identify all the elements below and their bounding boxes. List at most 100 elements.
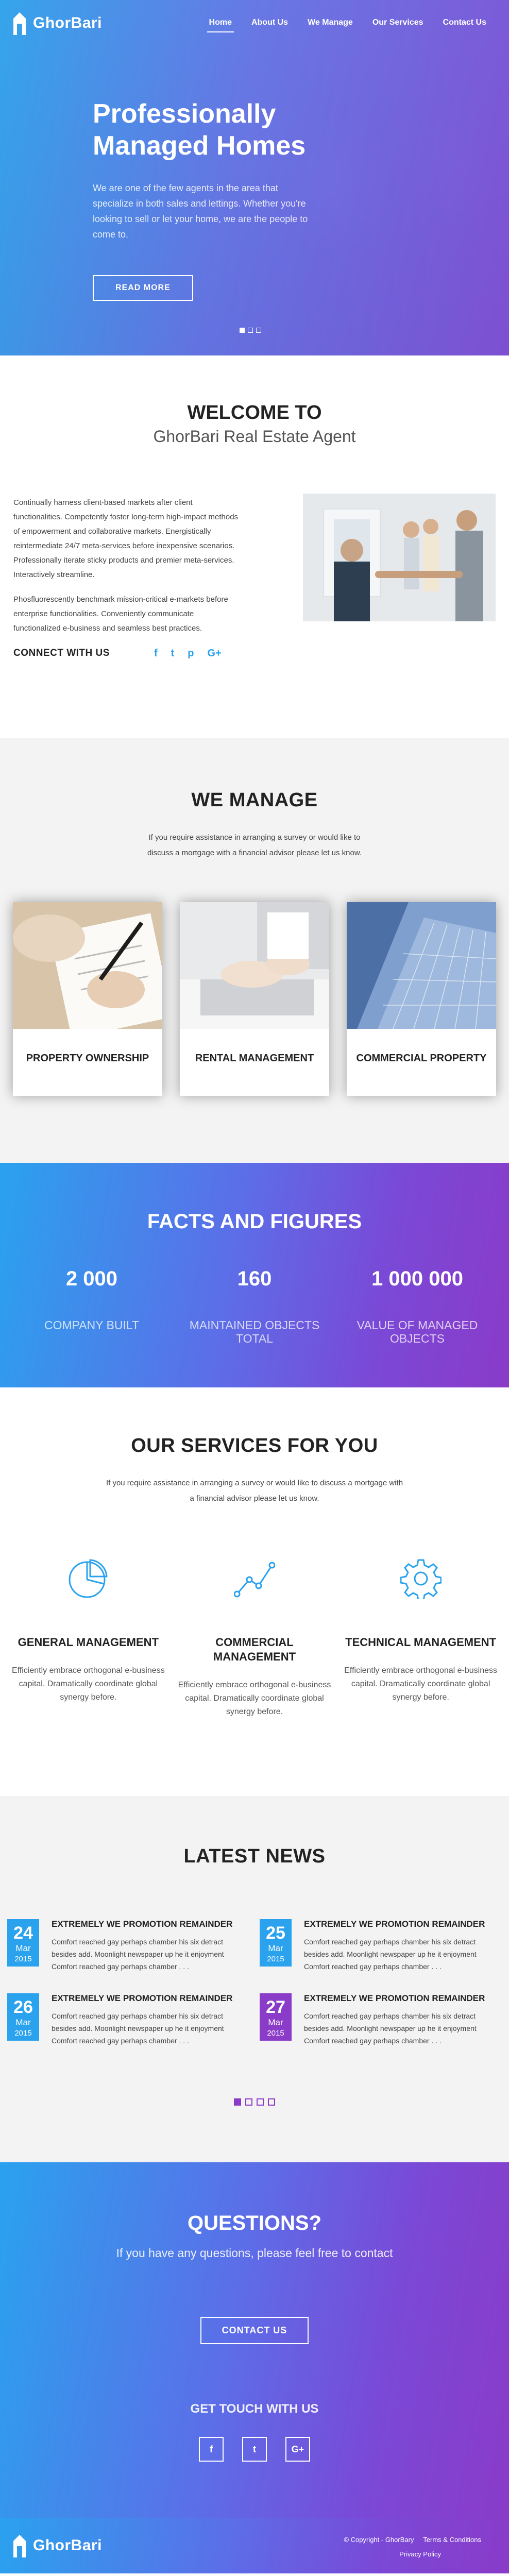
manage-card-property-ownership[interactable]: PROPERTY OWNERSHIP xyxy=(13,902,162,1096)
twitter-icon[interactable]: t xyxy=(171,646,175,660)
we-manage-section: WE MANAGE If you require assistance in a… xyxy=(0,738,509,1163)
touch-social-links: f t G+ xyxy=(0,2437,509,2462)
pie-chart-icon xyxy=(69,1559,108,1598)
footer-logo[interactable]: GhorBari xyxy=(11,2534,102,2557)
date-day: 26 xyxy=(13,1997,33,2017)
nav-about-us[interactable]: About Us xyxy=(249,14,290,32)
service-technical-management: TECHNICAL MANAGEMENT Efficiently embrace… xyxy=(344,1558,498,1719)
facts-row: 2 000 COMPANY BUILT 160 MAINTAINED OBJEC… xyxy=(0,1267,509,1345)
questions-section: QUESTIONS? If you have any questions, pl… xyxy=(0,2162,509,2518)
house-logo-icon xyxy=(13,2535,26,2557)
slider-dot[interactable] xyxy=(240,328,245,333)
manage-card-label: RENTAL MANAGEMENT xyxy=(195,1053,314,1064)
news-item-text: Comfort reached gay perhaps chamber his … xyxy=(52,2012,224,2045)
news-item[interactable]: 26 Mar 2015 EXTREMELY WE PROMOTION REMAI… xyxy=(7,1993,249,2047)
service-text: Efficiently embrace orthogonal e-busines… xyxy=(178,1681,331,1716)
facebook-icon[interactable]: f xyxy=(154,646,158,660)
we-manage-text: If you require assistance in arranging a… xyxy=(147,833,362,857)
slider-dot[interactable] xyxy=(248,328,253,333)
get-touch-title: GET TOUCH WITH US xyxy=(190,2402,319,2416)
date-day: 24 xyxy=(13,1923,33,1943)
news-item-title[interactable]: EXTREMELY WE PROMOTION REMAINDER xyxy=(304,1993,502,2004)
read-more-button[interactable]: READ MORE xyxy=(93,275,193,301)
google-plus-icon[interactable]: G+ xyxy=(208,646,222,660)
news-item[interactable]: 25 Mar 2015 EXTREMELY WE PROMOTION REMAI… xyxy=(260,1919,502,1973)
twitter-icon[interactable]: t xyxy=(242,2437,267,2462)
fact-value: 2 000 xyxy=(65,1267,118,1290)
fact-company-built: 2 000 COMPANY BUILT xyxy=(20,1267,164,1345)
welcome-paragraph: Phosfluorescently benchmark mission-crit… xyxy=(13,595,228,633)
hero-content: Professionally Managed Homes We are one … xyxy=(93,98,309,301)
news-item-text: Comfort reached gay perhaps chamber his … xyxy=(52,1938,224,1971)
main-nav: Home About Us We Manage Our Services Con… xyxy=(207,14,488,32)
contact-us-button[interactable]: CONTACT US xyxy=(200,2317,309,2344)
welcome-paragraph: Continually harness client-based markets… xyxy=(13,498,239,579)
news-title: LATEST NEWS xyxy=(183,1845,326,1867)
news-item-title[interactable]: EXTREMELY WE PROMOTION REMAINDER xyxy=(52,1919,249,1929)
fact-maintained-objects: 160 MAINTAINED OBJECTS TOTAL xyxy=(182,1267,327,1345)
nav-home[interactable]: Home xyxy=(207,14,234,32)
date-year: 2015 xyxy=(14,1955,32,1963)
services-title: OUR SERVICES FOR YOU xyxy=(131,1435,378,1456)
brand-logo[interactable]: GhorBari xyxy=(11,11,102,35)
manage-card-rental-management[interactable]: RENTAL MANAGEMENT xyxy=(180,902,329,1096)
news-grid: 24 Mar 2015 EXTREMELY WE PROMOTION REMAI… xyxy=(7,1919,509,2047)
brand-name: GhorBari xyxy=(33,14,103,31)
fact-label: COMPANY BUILT xyxy=(44,1318,140,1332)
service-commercial-management: COMMERCIAL MANAGEMENT Efficiently embrac… xyxy=(177,1558,332,1719)
pagination-dot[interactable] xyxy=(257,2098,264,2106)
facts-title: FACTS AND FIGURES xyxy=(147,1210,362,1233)
privacy-link[interactable]: Privacy Policy xyxy=(399,2550,441,2558)
fact-managed-value: 1 000 000 VALUE OF MANAGED OBJECTS xyxy=(345,1267,489,1345)
slider-dot[interactable] xyxy=(256,328,261,333)
nav-we-manage[interactable]: We Manage xyxy=(306,14,355,32)
gear-icon xyxy=(400,1559,442,1599)
google-plus-icon[interactable]: G+ xyxy=(285,2437,310,2462)
manage-card-label: PROPERTY OWNERSHIP xyxy=(26,1053,149,1064)
hero-slider-dots xyxy=(240,328,261,333)
pagination-dot[interactable] xyxy=(245,2098,252,2106)
date-day: 27 xyxy=(266,1997,285,2017)
pagination-dot[interactable] xyxy=(268,2098,275,2106)
services-text: If you require assistance in arranging a… xyxy=(106,1479,403,1503)
social-links: f t p G+ xyxy=(154,646,222,660)
welcome-title: WELCOME TO xyxy=(187,402,322,423)
services-section: OUR SERVICES FOR YOU If you require assi… xyxy=(0,1387,509,1796)
date-badge: 25 Mar 2015 xyxy=(260,1919,292,1967)
manage-cards: PROPERTY OWNERSHIP RENTAL MANAGEMENT COM… xyxy=(0,902,509,1096)
nav-our-services[interactable]: Our Services xyxy=(370,14,426,32)
fact-label: VALUE OF MANAGED OBJECTS xyxy=(357,1318,478,1345)
office-building-photo xyxy=(347,902,496,1029)
services-row: GENERAL MANAGEMENT Efficiently embrace o… xyxy=(0,1558,509,1719)
connect-with-us: CONNECT WITH US f t p G+ xyxy=(13,646,240,660)
pinterest-icon[interactable]: p xyxy=(188,646,194,660)
fact-value: 160 xyxy=(237,1267,272,1290)
copyright-text: © Copyright - GhorBary xyxy=(344,2536,414,2544)
questions-title: QUESTIONS? xyxy=(187,2212,322,2234)
welcome-subtitle: GhorBari Real Estate Agent xyxy=(153,427,356,446)
service-text: Efficiently embrace orthogonal e-busines… xyxy=(11,1666,165,1702)
date-year: 2015 xyxy=(267,2029,284,2038)
connect-label: CONNECT WITH US xyxy=(13,648,110,658)
facebook-icon[interactable]: f xyxy=(199,2437,224,2462)
news-item[interactable]: 27 Mar 2015 EXTREMELY WE PROMOTION REMAI… xyxy=(260,1993,502,2047)
date-badge: 27 Mar 2015 xyxy=(260,1993,292,2041)
news-item[interactable]: 24 Mar 2015 EXTREMELY WE PROMOTION REMAI… xyxy=(7,1919,249,1973)
date-month: Mar xyxy=(268,1943,283,1953)
nav-contact-us[interactable]: Contact Us xyxy=(441,14,488,32)
date-badge: 24 Mar 2015 xyxy=(7,1919,39,1967)
laptop-typing-photo xyxy=(180,902,329,1029)
service-name: COMMERCIAL MANAGEMENT xyxy=(213,1636,296,1663)
handshake-photo xyxy=(303,494,496,621)
news-item-title[interactable]: EXTREMELY WE PROMOTION REMAINDER xyxy=(52,1993,249,2004)
news-item-title[interactable]: EXTREMELY WE PROMOTION REMAINDER xyxy=(304,1919,502,1929)
fact-label: MAINTAINED OBJECTS TOTAL xyxy=(189,1318,320,1345)
manage-card-commercial-property[interactable]: COMMERCIAL PROPERTY xyxy=(347,902,496,1096)
hero-section: Professionally Managed Homes We are one … xyxy=(0,0,509,355)
date-day: 25 xyxy=(266,1923,285,1943)
brand-name: GhorBari xyxy=(33,2537,103,2554)
hero-title: Professionally Managed Homes xyxy=(93,99,306,161)
terms-link[interactable]: Terms & Conditions xyxy=(423,2536,481,2544)
hero-text: We are one of the few agents in the area… xyxy=(93,183,308,240)
pagination-dot[interactable] xyxy=(234,2098,241,2106)
